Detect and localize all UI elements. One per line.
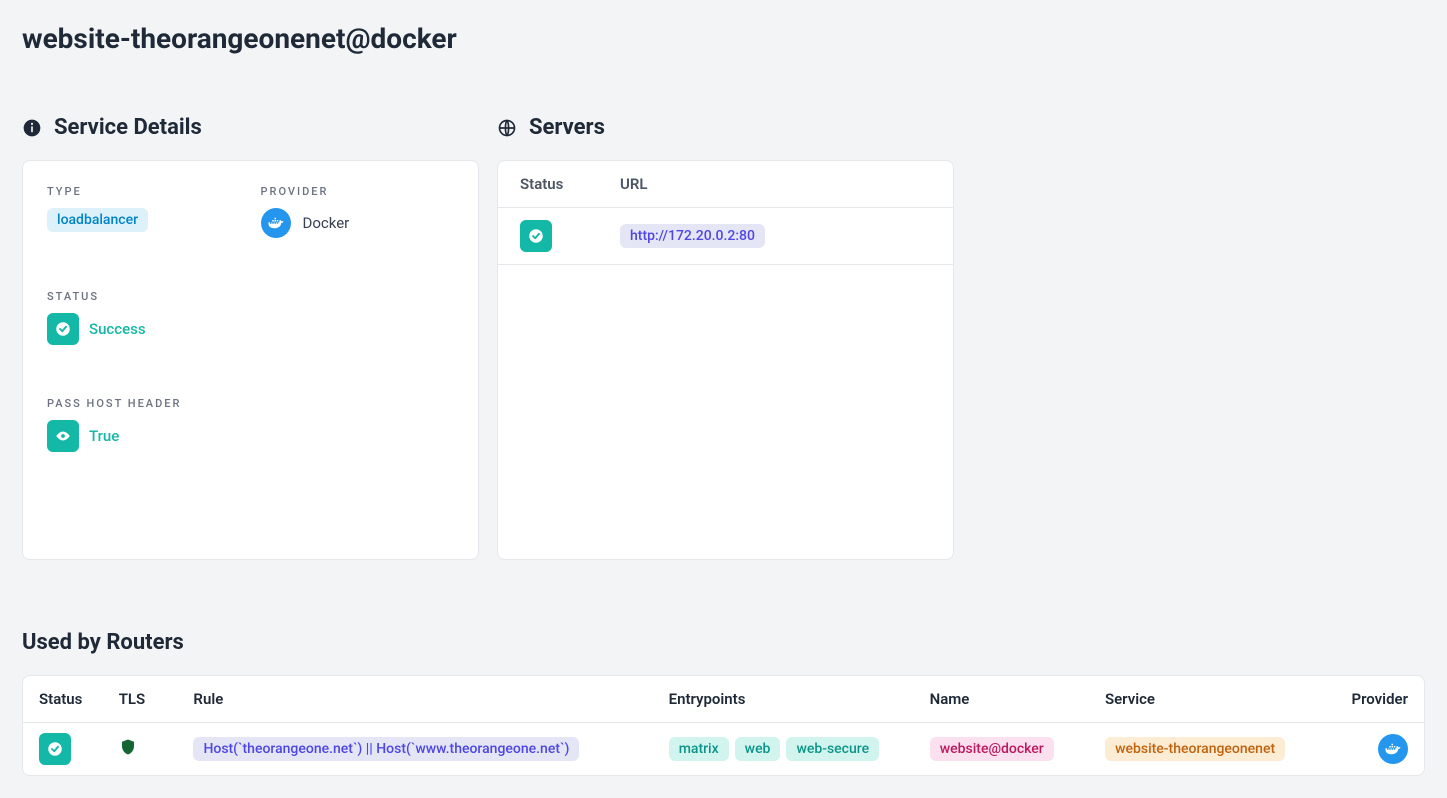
routers-header-entrypoints: Entrypoints — [669, 690, 930, 708]
page-title: website-theorangeonenet@docker — [22, 22, 1425, 55]
entrypoint-badge: web-secure — [786, 737, 879, 761]
pass-host-header-value: True — [89, 427, 119, 445]
routers-header-name: Name — [930, 690, 1105, 708]
routers-header-rule: Rule — [193, 690, 668, 708]
type-label: TYPE — [47, 185, 241, 198]
service-details-title: Service Details — [54, 115, 202, 140]
service-details-card: TYPE loadbalancer PROVIDER Docker STATUS — [22, 160, 479, 560]
servers-column: Servers Status URL http://172.20.0.2:80 — [497, 115, 954, 560]
status-label: STATUS — [47, 290, 454, 303]
router-row[interactable]: Host(`theorangeone.net`) || Host(`www.th… — [23, 723, 1424, 775]
entrypoint-badge: matrix — [669, 737, 729, 761]
routers-header-provider: Provider — [1353, 690, 1408, 708]
type-badge: loadbalancer — [47, 208, 148, 232]
detail-type: TYPE loadbalancer — [47, 185, 241, 238]
docker-icon — [1378, 734, 1408, 764]
provider-label: PROVIDER — [261, 185, 455, 198]
info-icon — [22, 118, 42, 138]
check-icon — [520, 220, 552, 252]
detail-provider: PROVIDER Docker — [261, 185, 455, 238]
eye-icon — [47, 420, 79, 452]
detail-pass-host-header: PASS HOST HEADER True — [47, 397, 454, 452]
servers-card: Status URL http://172.20.0.2:80 — [497, 160, 954, 560]
check-icon — [39, 733, 71, 765]
routers-table-header: Status TLS Rule Entrypoints Name Service… — [23, 676, 1424, 723]
routers-table: Status TLS Rule Entrypoints Name Service… — [22, 675, 1425, 776]
servers-header-status: Status — [520, 175, 620, 193]
provider-value: Docker — [303, 214, 350, 232]
servers-header-url: URL — [620, 175, 931, 193]
router-entrypoints: matrix web web-secure — [669, 737, 930, 761]
router-name: website@docker — [930, 737, 1054, 761]
globe-icon — [497, 118, 517, 138]
status-value: Success — [89, 320, 146, 338]
pass-host-header-label: PASS HOST HEADER — [47, 397, 454, 410]
routers-header-service: Service — [1105, 690, 1353, 708]
servers-title: Servers — [529, 115, 605, 140]
docker-icon — [261, 208, 291, 238]
servers-table-header: Status URL — [498, 161, 953, 208]
check-icon — [47, 313, 79, 345]
router-service: website-theorangeonenet — [1105, 737, 1285, 761]
service-details-header: Service Details — [22, 115, 479, 140]
router-rule: Host(`theorangeone.net`) || Host(`www.th… — [193, 737, 579, 761]
entrypoint-badge: web — [735, 737, 781, 761]
shield-icon — [119, 742, 137, 761]
routers-header-status: Status — [39, 690, 119, 708]
service-details-column: Service Details TYPE loadbalancer PROVID… — [22, 115, 479, 560]
servers-header: Servers — [497, 115, 954, 140]
server-url: http://172.20.0.2:80 — [620, 224, 765, 248]
routers-header-tls: TLS — [119, 690, 194, 708]
used-by-routers-title: Used by Routers — [22, 630, 1425, 655]
server-row: http://172.20.0.2:80 — [498, 208, 953, 265]
detail-status: STATUS Success — [47, 290, 454, 345]
